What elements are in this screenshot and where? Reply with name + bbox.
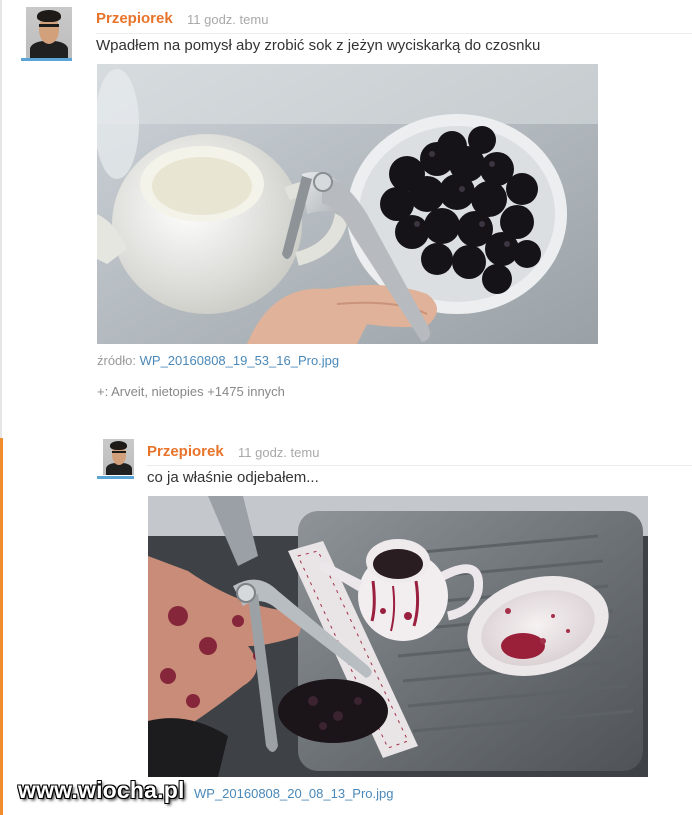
user-avatar[interactable] [26, 7, 72, 58]
post-text: co ja właśnie odjebałem... [147, 469, 319, 486]
source-label: źródło: [97, 353, 140, 368]
source-link[interactable]: WP_20160808_19_53_16_Pro.jpg [140, 353, 340, 368]
user-avatar[interactable] [103, 439, 134, 475]
plus-voters[interactable]: +: Arveit, nietopies +1475 innych [97, 384, 285, 399]
post-header-divider [147, 465, 692, 466]
post-source: źródło: WP_20160808_19_53_16_Pro.jpg [97, 353, 339, 368]
avatar-underline [21, 58, 72, 61]
post-source: WP_20160808_20_08_13_Pro.jpg [194, 786, 394, 801]
thread-rule [0, 0, 2, 438]
watermark: www.wiocha.pl [18, 777, 185, 803]
post-text: Wpadłem na pomysł aby zrobić sok z jeżyn… [96, 37, 541, 54]
post-header-divider [96, 33, 692, 34]
post-image-blackberries[interactable] [97, 64, 598, 344]
post-time[interactable]: 11 godz. temu [187, 12, 268, 27]
source-link[interactable]: WP_20160808_20_08_13_Pro.jpg [194, 786, 394, 801]
post-image-sink[interactable] [148, 496, 648, 777]
post-author[interactable]: Przepiorek [147, 443, 224, 460]
post-author[interactable]: Przepiorek [96, 10, 173, 27]
reply-accent-bar [0, 438, 3, 815]
avatar-underline [97, 476, 134, 479]
post-time[interactable]: 11 godz. temu [238, 445, 319, 460]
